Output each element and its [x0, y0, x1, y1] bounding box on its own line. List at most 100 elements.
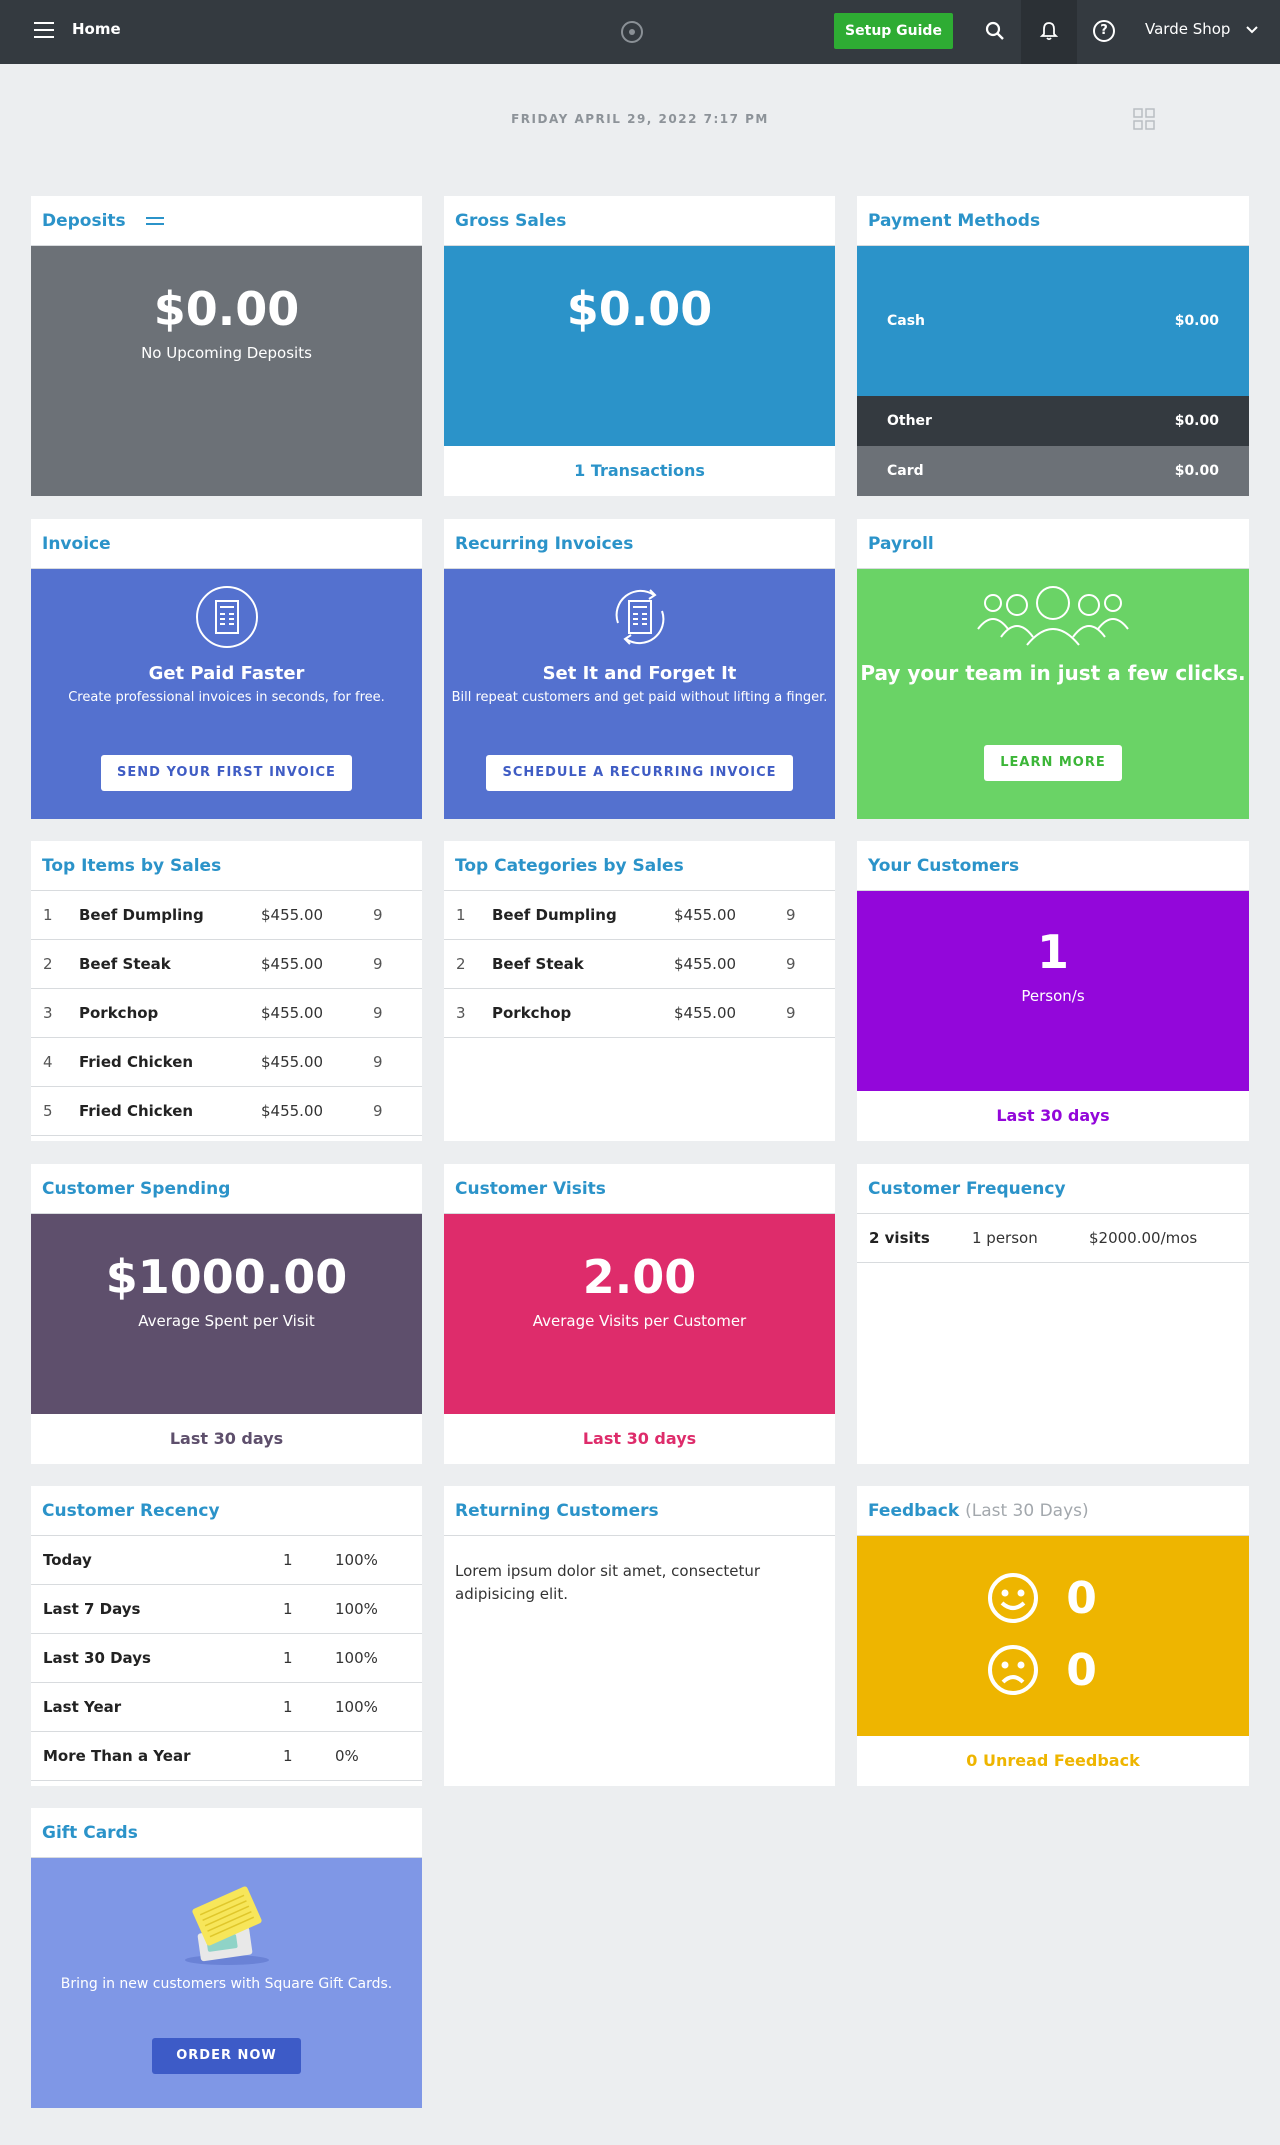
item-qty: 9 [373, 955, 383, 973]
payment-row-card[interactable]: Card $0.00 [857, 446, 1249, 496]
top-categories-title[interactable]: Top Categories by Sales [444, 841, 835, 891]
table-row[interactable]: 1 Beef Dumpling $455.00 9 [31, 891, 422, 940]
table-row[interactable]: Last 7 Days 1 100% [31, 1585, 422, 1634]
category-name: Beef Dumpling [492, 906, 617, 924]
rank: 1 [456, 906, 466, 924]
customer-spending-title[interactable]: Customer Spending [31, 1164, 422, 1214]
transactions-link[interactable]: 1 Transactions [444, 446, 835, 496]
invoice-title[interactable]: Invoice [31, 519, 422, 569]
recurring-invoices-title[interactable]: Recurring Invoices [444, 519, 835, 569]
table-row[interactable]: 3 Porkchop $455.00 9 [31, 989, 422, 1038]
customer-spending-card: Customer Spending $1000.00 Average Spent… [31, 1164, 422, 1464]
last-30-days-link[interactable]: Last 30 days [857, 1091, 1249, 1141]
table-row[interactable]: Today 1 100% [31, 1536, 422, 1585]
your-customers-title[interactable]: Your Customers [857, 841, 1249, 891]
shop-name[interactable]: Varde Shop [1145, 20, 1230, 38]
setup-guide-button[interactable]: Setup Guide [834, 13, 953, 49]
sad-count: 0 [1066, 1644, 1097, 1696]
bell-icon [1039, 22, 1059, 41]
table-row[interactable]: Last Year 1 100% [31, 1683, 422, 1732]
category-qty: 9 [786, 955, 796, 973]
customer-count: 1 [1036, 925, 1069, 979]
square-logo-icon[interactable] [621, 21, 643, 43]
deposits-title[interactable]: Deposits [42, 211, 126, 231]
unread-feedback-link[interactable]: 0 Unread Feedback [857, 1736, 1249, 1786]
gross-sales-amount: $0.00 [566, 282, 713, 336]
invoice-card: Invoice Get Paid Faster Create professio… [31, 519, 422, 819]
recurring-invoice-icon [615, 589, 664, 645]
hamburger-menu-icon[interactable] [34, 22, 54, 38]
schedule-invoice-button[interactable]: SCHEDULE A RECURRING INVOICE [486, 755, 793, 791]
send-invoice-button[interactable]: SEND YOUR FIRST INVOICE [101, 755, 352, 791]
table-row[interactable]: 4 Fried Chicken $455.00 9 [31, 1038, 422, 1087]
payroll-panel: Pay your team in just a few clicks. LEAR… [857, 569, 1249, 819]
feedback-period: (Last 30 Days) [965, 1501, 1089, 1521]
invoice-panel: Get Paid Faster Create professional invo… [31, 569, 422, 819]
item-amount: $455.00 [261, 1053, 324, 1071]
payroll-title[interactable]: Payroll [857, 519, 1249, 569]
top-items-title[interactable]: Top Items by Sales [31, 841, 422, 891]
category-name: Porkchop [492, 1004, 572, 1022]
top-bar: Home Setup Guide ? Varde Shop [0, 0, 1280, 64]
visits-sub: Average Visits per Customer [532, 1312, 747, 1330]
recency-label: Last 30 Days [43, 1649, 151, 1667]
drag-handle-icon[interactable] [145, 216, 164, 226]
table-row[interactable]: 2 Beef Steak $455.00 9 [444, 940, 835, 989]
payment-row-cash[interactable]: Cash $0.00 [857, 246, 1249, 396]
returning-customers-card: Returning Customers Lorem ipsum dolor si… [444, 1486, 835, 1786]
table-row[interactable]: 2 visits 1 person $2000.00/mos [857, 1214, 1249, 1263]
customer-visits-panel: 2.00 Average Visits per Customer [444, 1214, 835, 1414]
chevron-down-icon[interactable] [1244, 22, 1260, 38]
invoice-icon [195, 586, 258, 648]
gift-cards-card: Gift Cards Bring in new customers with S… [31, 1808, 422, 2108]
gift-cards-title[interactable]: Gift Cards [31, 1808, 422, 1858]
last-30-days-link[interactable]: Last 30 days [31, 1414, 422, 1464]
last-30-days-link[interactable]: Last 30 days [444, 1414, 835, 1464]
gross-sales-title[interactable]: Gross Sales [444, 196, 835, 246]
rank: 4 [43, 1053, 53, 1071]
category-amount: $455.00 [674, 955, 737, 973]
customer-visits-title[interactable]: Customer Visits [444, 1164, 835, 1214]
recency-label: Last 7 Days [43, 1600, 141, 1618]
table-row[interactable]: More Than a Year 1 0% [31, 1732, 422, 1781]
home-link[interactable]: Home [72, 20, 121, 38]
deposits-panel: $0.00 No Upcoming Deposits [31, 246, 422, 496]
feedback-title-row: Feedback (Last 30 Days) [857, 1486, 1249, 1536]
returning-customers-text: Lorem ipsum dolor sit amet, consectetur … [455, 1562, 761, 1603]
item-name: Beef Dumpling [79, 906, 204, 924]
item-amount: $455.00 [261, 906, 324, 924]
table-row[interactable]: Last 30 Days 1 100% [31, 1634, 422, 1683]
payment-methods-title[interactable]: Payment Methods [857, 196, 1249, 246]
recency-percent: 100% [335, 1600, 378, 1618]
recency-count: 1 [283, 1649, 293, 1667]
returning-customers-title[interactable]: Returning Customers [444, 1486, 835, 1536]
table-row[interactable]: 3 Porkchop $455.00 9 [444, 989, 835, 1038]
layout-grid-icon[interactable] [1133, 108, 1155, 130]
feedback-card: Feedback (Last 30 Days) 0 0 0 Unread Fee… [857, 1486, 1249, 1786]
spending-sub: Average Spent per Visit [138, 1312, 315, 1330]
item-name: Fried Chicken [79, 1053, 194, 1071]
feedback-panel: 0 0 [857, 1536, 1249, 1736]
table-row[interactable]: 1 Beef Dumpling $455.00 9 [444, 891, 835, 940]
item-qty: 9 [373, 1053, 383, 1071]
help-icon[interactable]: ? [1093, 20, 1115, 42]
payment-row-other[interactable]: Other $0.00 [857, 396, 1249, 446]
search-icon[interactable] [985, 21, 1005, 41]
notifications-button[interactable] [1021, 0, 1077, 64]
learn-more-button[interactable]: LEARN MORE [984, 745, 1122, 781]
frequency-persons: 1 person [972, 1229, 1038, 1247]
table-row[interactable]: 5 Fried Chicken $455.00 9 [31, 1087, 422, 1136]
table-row[interactable]: 2 Beef Steak $455.00 9 [31, 940, 422, 989]
deposits-sub: No Upcoming Deposits [141, 344, 312, 362]
rank: 2 [43, 955, 53, 973]
customer-frequency-title[interactable]: Customer Frequency [857, 1164, 1249, 1214]
team-icon [977, 586, 1129, 646]
order-now-button[interactable]: ORDER NOW [152, 2038, 301, 2074]
deposits-amount: $0.00 [153, 282, 300, 336]
frequency-amount: $2000.00/mos [1089, 1229, 1198, 1247]
payment-methods-card: Payment Methods Cash $0.00 Other $0.00 C… [857, 196, 1249, 496]
rank: 5 [43, 1102, 53, 1120]
invoice-heading: Get Paid Faster [148, 663, 305, 684]
customer-recency-title[interactable]: Customer Recency [31, 1486, 422, 1536]
feedback-title[interactable]: Feedback [868, 1501, 959, 1521]
